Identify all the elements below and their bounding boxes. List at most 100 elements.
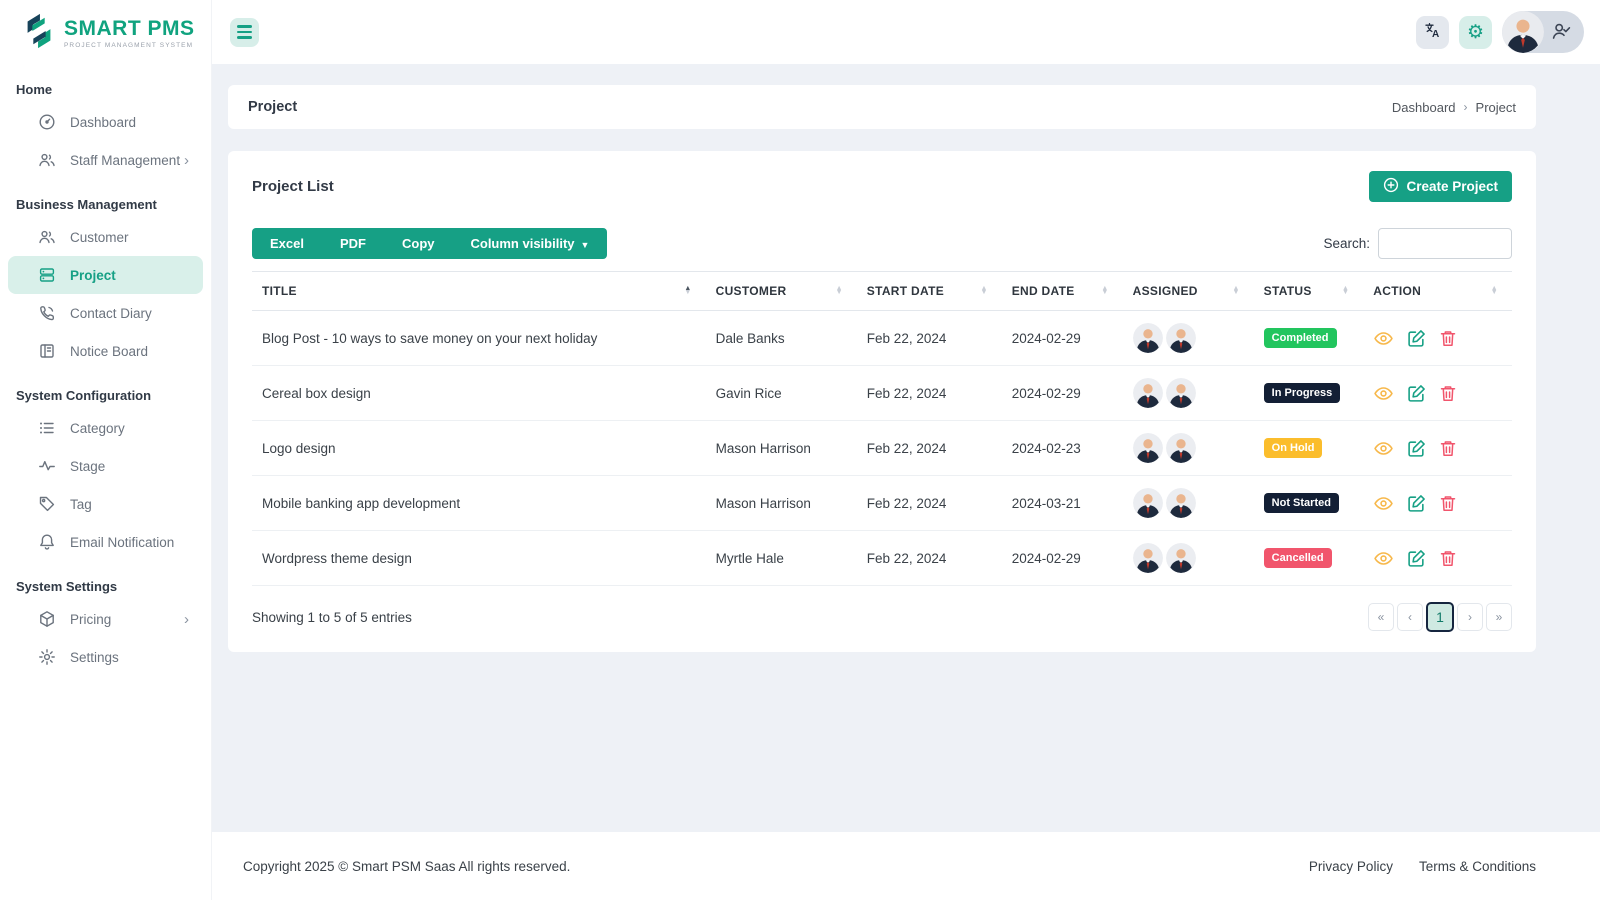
cell-status: Cancelled — [1254, 531, 1364, 586]
delete-trash-icon[interactable] — [1439, 329, 1457, 348]
nav-section-system-settings: System Settings — [0, 561, 211, 600]
view-eye-icon[interactable] — [1373, 329, 1394, 348]
column-header-title[interactable]: TITLE▲▼ — [252, 272, 706, 311]
column-visibility-button[interactable]: Column visibility▼ — [452, 228, 607, 259]
delete-trash-icon[interactable] — [1439, 439, 1457, 458]
sidebar-item-customer[interactable]: Customer — [8, 218, 203, 256]
cell-status: In Progress — [1254, 366, 1364, 421]
cell-start-date: Feb 22, 2024 — [857, 311, 1002, 366]
cell-assigned — [1123, 366, 1254, 421]
sidebar-item-project[interactable]: Project — [8, 256, 203, 294]
assigned-avatar — [1166, 433, 1196, 463]
assigned-avatar — [1133, 433, 1163, 463]
assigned-avatar — [1133, 543, 1163, 573]
cell-title: Wordpress theme design — [252, 531, 706, 586]
sort-icons: ▲▼ — [1232, 287, 1239, 295]
assigned-avatar — [1133, 488, 1163, 518]
sidebar-item-dashboard[interactable]: Dashboard — [8, 103, 203, 141]
delete-trash-icon[interactable] — [1439, 384, 1457, 403]
privacy-policy-link[interactable]: Privacy Policy — [1309, 859, 1393, 874]
cell-end-date: 2024-02-29 — [1002, 531, 1123, 586]
cell-title: Cereal box design — [252, 366, 706, 421]
pdf-button[interactable]: PDF — [322, 228, 384, 259]
cell-assigned — [1123, 311, 1254, 366]
terms-conditions-link[interactable]: Terms & Conditions — [1419, 859, 1536, 874]
sidebar-item-tag[interactable]: Tag — [8, 485, 203, 523]
cell-status: On Hold — [1254, 421, 1364, 476]
page-nav-first[interactable]: « — [1368, 603, 1394, 631]
staff-icon — [38, 151, 56, 169]
view-eye-icon[interactable] — [1373, 439, 1394, 458]
sidebar-item-settings[interactable]: Settings — [8, 638, 203, 676]
delete-trash-icon[interactable] — [1439, 549, 1457, 568]
assigned-avatar — [1133, 378, 1163, 408]
entries-info: Showing 1 to 5 of 5 entries — [252, 610, 412, 625]
footer-links: Privacy Policy Terms & Conditions — [1309, 859, 1536, 874]
sidebar-item-email-notification[interactable]: Email Notification — [8, 523, 203, 561]
view-eye-icon[interactable] — [1373, 494, 1394, 513]
page-nav-next[interactable]: › — [1457, 603, 1483, 631]
view-eye-icon[interactable] — [1373, 549, 1394, 568]
sort-icons: ▲▼ — [836, 287, 843, 295]
customer-icon — [38, 228, 56, 246]
edit-icon[interactable] — [1407, 494, 1426, 513]
table-row: Logo designMason HarrisonFeb 22, 2024202… — [252, 421, 1512, 476]
view-eye-icon[interactable] — [1373, 384, 1394, 403]
sort-icons: ▲▼ — [1101, 287, 1108, 295]
profile-menu[interactable] — [1502, 11, 1584, 53]
copy-button[interactable]: Copy — [384, 228, 453, 259]
cell-assigned — [1123, 421, 1254, 476]
sidebar-item-contact-diary[interactable]: Contact Diary — [8, 294, 203, 332]
cell-title: Blog Post - 10 ways to save money on you… — [252, 311, 706, 366]
cell-title: Mobile banking app development — [252, 476, 706, 531]
column-header-status[interactable]: STATUS▲▼ — [1254, 272, 1364, 311]
cell-start-date: Feb 22, 2024 — [857, 366, 1002, 421]
nav-section-home: Home — [0, 64, 211, 103]
table-row: Blog Post - 10 ways to save money on you… — [252, 311, 1512, 366]
cell-end-date: 2024-02-23 — [1002, 421, 1123, 476]
sidebar-item-pricing[interactable]: Pricing› — [8, 600, 203, 638]
sidebar-item-category[interactable]: Category — [8, 409, 203, 447]
page-nav-prev[interactable]: ‹ — [1397, 603, 1423, 631]
translate-button[interactable]: A — [1416, 16, 1449, 49]
project-table: TITLE▲▼CUSTOMER▲▼START DATE▲▼END DATE▲▼A… — [252, 271, 1512, 586]
column-header-customer[interactable]: CUSTOMER▲▼ — [706, 272, 857, 311]
sidebar-item-stage[interactable]: Stage — [8, 447, 203, 485]
phone-icon — [38, 304, 56, 322]
create-project-button[interactable]: Create Project — [1369, 171, 1512, 202]
delete-trash-icon[interactable] — [1439, 494, 1457, 513]
column-header-action[interactable]: ACTION▲▼ — [1363, 272, 1512, 311]
table-row: Wordpress theme designMyrtle HaleFeb 22,… — [252, 531, 1512, 586]
page-number-1[interactable]: 1 — [1426, 602, 1454, 632]
settings-button[interactable]: ⚙ — [1459, 16, 1492, 49]
table-body: Blog Post - 10 ways to save money on you… — [252, 311, 1512, 586]
project-list-card: Project List Create Project ExcelPDFCopy… — [228, 151, 1536, 652]
search-input[interactable] — [1378, 228, 1512, 259]
sidebar-item-notice-board[interactable]: Notice Board — [8, 332, 203, 370]
edit-icon[interactable] — [1407, 329, 1426, 348]
brand-logo[interactable]: SMART PMS PROJECT MANAGMENT SYSTEM — [0, 0, 211, 64]
plus-circle-icon — [1383, 177, 1399, 196]
assigned-avatar — [1166, 543, 1196, 573]
column-header-assigned[interactable]: ASSIGNED▲▼ — [1123, 272, 1254, 311]
edit-icon[interactable] — [1407, 549, 1426, 568]
column-header-start-date[interactable]: START DATE▲▼ — [857, 272, 1002, 311]
excel-button[interactable]: Excel — [252, 228, 322, 259]
nav-section-system-configuration: System Configuration — [0, 370, 211, 409]
breadcrumb-dashboard[interactable]: Dashboard — [1392, 100, 1456, 115]
column-header-end-date[interactable]: END DATE▲▼ — [1002, 272, 1123, 311]
pricing-icon — [38, 610, 56, 628]
breadcrumb: Dashboard›Project — [1392, 100, 1516, 115]
cell-customer: Myrtle Hale — [706, 531, 857, 586]
hamburger-menu-button[interactable] — [230, 18, 259, 47]
edit-icon[interactable] — [1407, 384, 1426, 403]
page-nav-last[interactable]: » — [1486, 603, 1512, 631]
card-title: Project List — [252, 178, 334, 195]
nav-section-business-management: Business Management — [0, 179, 211, 218]
sidebar-item-staff-management[interactable]: Staff Management› — [8, 141, 203, 179]
pagination: «‹1›» — [1368, 602, 1512, 632]
brand-subtitle: PROJECT MANAGMENT SYSTEM — [64, 42, 195, 49]
edit-icon[interactable] — [1407, 439, 1426, 458]
cell-status: Completed — [1254, 311, 1364, 366]
cell-action — [1363, 421, 1512, 476]
